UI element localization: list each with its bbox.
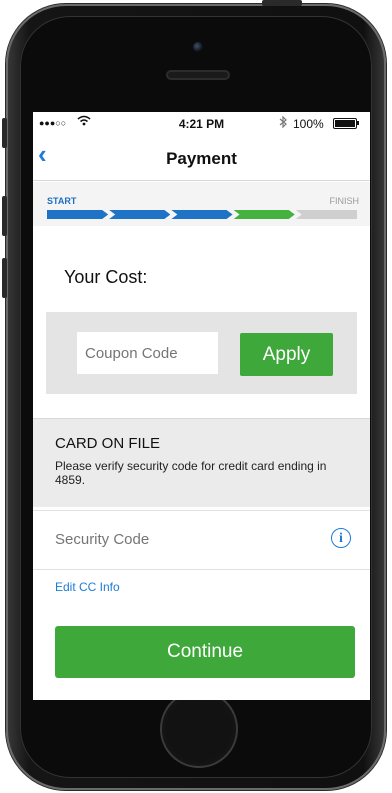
app-screen: ●●●○○ 4:21 PM 100% ‹ Payment START FINIS…	[33, 112, 370, 700]
coupon-code-input[interactable]	[77, 332, 218, 374]
apply-coupon-button[interactable]: Apply	[240, 333, 333, 376]
navigation-bar: ‹ Payment	[33, 134, 370, 181]
edit-cc-info-link[interactable]: Edit CC Info	[55, 580, 120, 594]
security-code-input[interactable]	[55, 526, 295, 552]
cost-label: Your Cost:	[64, 267, 148, 287]
home-button[interactable]	[160, 690, 238, 768]
progress-section	[33, 182, 370, 226]
progress-segment	[109, 210, 170, 219]
progress-start-label: START	[47, 196, 77, 206]
card-on-file-title: CARD ON FILE	[55, 435, 161, 452]
continue-button[interactable]: Continue	[55, 626, 355, 678]
volume-up-button	[2, 196, 7, 236]
bluetooth-icon	[279, 115, 287, 131]
progress-segment	[47, 210, 108, 219]
progress-bar	[47, 210, 358, 219]
battery-percent: 100%	[293, 117, 324, 131]
front-camera	[193, 42, 203, 52]
mute-switch	[2, 118, 7, 148]
volume-down-button	[2, 258, 7, 298]
info-icon[interactable]: i	[331, 528, 351, 548]
status-bar: ●●●○○ 4:21 PM 100%	[33, 112, 370, 134]
progress-segment	[234, 210, 295, 219]
page-title: Payment	[166, 149, 237, 168]
progress-segment	[295, 210, 357, 219]
battery-tip	[357, 121, 359, 125]
earpiece-speaker	[166, 70, 230, 80]
battery-icon	[333, 118, 357, 129]
progress-finish-label: FINISH	[329, 196, 359, 206]
power-button	[262, 0, 302, 6]
progress-segment	[171, 210, 232, 219]
card-on-file-description: Please verify security code for credit c…	[55, 459, 327, 487]
